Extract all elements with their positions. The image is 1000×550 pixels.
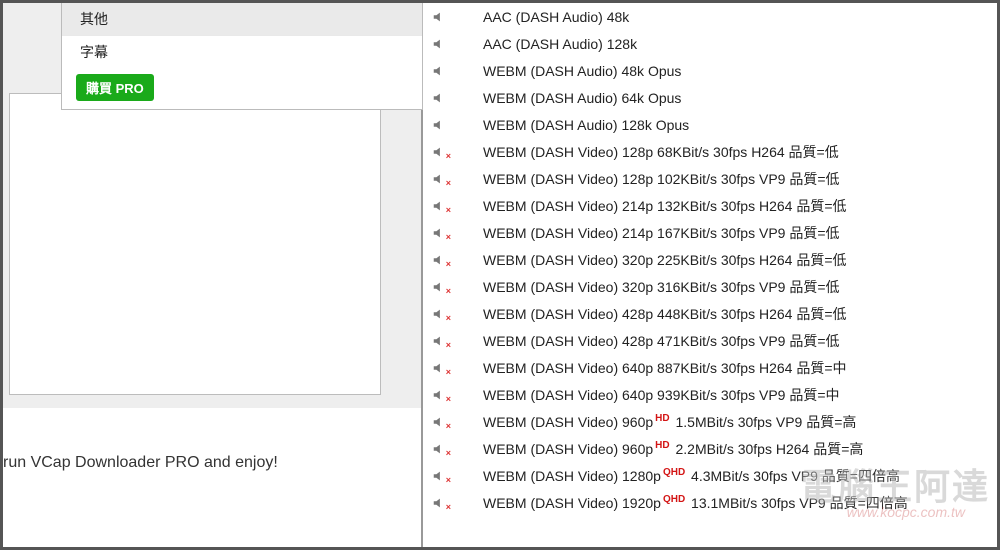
speaker-icon [429, 37, 449, 51]
format-label: WEBM (DASH Video) 960pHD 1.5MBit/s 30fps… [483, 412, 856, 432]
format-row[interactable]: × WEBM (DASH Video) 428p 471KBit/s 30fps … [423, 327, 997, 354]
run-text: run VCap Downloader PRO and enjoy! [3, 454, 278, 472]
speaker-muted-icon: × [429, 496, 449, 510]
speaker-muted-icon: × [429, 226, 449, 240]
format-label: WEBM (DASH Video) 128p 102KBit/s 30fps V… [483, 169, 840, 189]
speaker-muted-icon: × [429, 415, 449, 429]
speaker-muted-icon: × [429, 334, 449, 348]
format-row[interactable]: WEBM (DASH Audio) 64k Opus [423, 84, 997, 111]
format-row[interactable]: × WEBM (DASH Video) 1280pQHD 4.3MBit/s 30… [423, 462, 997, 489]
format-label: WEBM (DASH Video) 1920pQHD 13.1MBit/s 30… [483, 493, 908, 513]
speaker-muted-icon: × [429, 199, 449, 213]
format-row[interactable]: × WEBM (DASH Video) 214p 167KBit/s 30fps … [423, 219, 997, 246]
quality-badge: HD [655, 413, 669, 424]
format-label: WEBM (DASH Video) 428p 471KBit/s 30fps V… [483, 331, 840, 351]
format-label: WEBM (DASH Video) 214p 167KBit/s 30fps V… [483, 223, 840, 243]
speaker-muted-icon: × [429, 145, 449, 159]
format-row[interactable]: × WEBM (DASH Video) 960pHD 1.5MBit/s 30fp… [423, 408, 997, 435]
speaker-muted-icon: × [429, 442, 449, 456]
format-row[interactable]: × WEBM (DASH Video) 640p 939KBit/s 30fps … [423, 381, 997, 408]
format-label: AAC (DASH Audio) 48k [483, 9, 629, 25]
format-row[interactable]: × WEBM (DASH Video) 128p 102KBit/s 30fps … [423, 165, 997, 192]
format-row[interactable]: × WEBM (DASH Video) 128p 68KBit/s 30fps H… [423, 138, 997, 165]
format-label: WEBM (DASH Video) 320p 225KBit/s 30fps H… [483, 250, 847, 270]
menu-item-subtitle[interactable]: 字幕 [62, 35, 422, 68]
format-label: WEBM (DASH Video) 320p 316KBit/s 30fps V… [483, 277, 840, 297]
speaker-icon [429, 118, 449, 132]
speaker-muted-icon: × [429, 253, 449, 267]
speaker-icon [429, 10, 449, 24]
quality-badge: HD [655, 440, 669, 451]
format-label: WEBM (DASH Video) 960pHD 2.2MBit/s 30fps… [483, 439, 863, 459]
format-label: WEBM (DASH Video) 640p 887KBit/s 30fps H… [483, 358, 847, 378]
buy-pro-button[interactable]: 購買 PRO [76, 74, 154, 101]
format-label: WEBM (DASH Audio) 48k Opus [483, 63, 681, 79]
format-list: AAC (DASH Audio) 48k AAC (DASH Audio) 128… [423, 3, 997, 547]
speaker-muted-icon: × [429, 280, 449, 294]
format-row[interactable]: × WEBM (DASH Video) 428p 448KBit/s 30fps … [423, 300, 997, 327]
format-label: WEBM (DASH Video) 428p 448KBit/s 30fps H… [483, 304, 847, 324]
quality-badge: QHD [663, 467, 685, 478]
format-row[interactable]: × WEBM (DASH Video) 640p 887KBit/s 30fps … [423, 354, 997, 381]
format-label: WEBM (DASH Video) 214p 132KBit/s 30fps H… [483, 196, 847, 216]
format-row[interactable]: × WEBM (DASH Video) 1920pQHD 13.1MBit/s 3… [423, 489, 997, 516]
format-row[interactable]: × WEBM (DASH Video) 960pHD 2.2MBit/s 30fp… [423, 435, 997, 462]
speaker-muted-icon: × [429, 172, 449, 186]
format-row[interactable]: × WEBM (DASH Video) 320p 316KBit/s 30fps … [423, 273, 997, 300]
format-row[interactable]: AAC (DASH Audio) 128k [423, 30, 997, 57]
format-row[interactable]: × WEBM (DASH Video) 214p 132KBit/s 30fps … [423, 192, 997, 219]
format-label: WEBM (DASH Video) 1280pQHD 4.3MBit/s 30f… [483, 466, 900, 486]
left-inner-box [9, 93, 381, 395]
dropdown-menu: 其他 字幕 購買 PRO [61, 3, 423, 110]
format-label: WEBM (DASH Video) 640p 939KBit/s 30fps V… [483, 385, 840, 405]
format-label: WEBM (DASH Audio) 128k Opus [483, 117, 689, 133]
speaker-muted-icon: × [429, 469, 449, 483]
format-row[interactable]: AAC (DASH Audio) 48k [423, 3, 997, 30]
format-row[interactable]: WEBM (DASH Audio) 128k Opus [423, 111, 997, 138]
quality-badge: QHD [663, 494, 685, 505]
speaker-icon [429, 91, 449, 105]
format-label: WEBM (DASH Video) 128p 68KBit/s 30fps H2… [483, 142, 839, 162]
speaker-muted-icon: × [429, 361, 449, 375]
format-row[interactable]: WEBM (DASH Audio) 48k Opus [423, 57, 997, 84]
format-label: WEBM (DASH Audio) 64k Opus [483, 90, 681, 106]
menu-item-other[interactable]: 其他 [62, 3, 422, 35]
speaker-muted-icon: × [429, 307, 449, 321]
app-frame: 其他 字幕 購買 PRO run VCap Downloader PRO and… [0, 0, 1000, 550]
format-row[interactable]: × WEBM (DASH Video) 320p 225KBit/s 30fps … [423, 246, 997, 273]
format-label: AAC (DASH Audio) 128k [483, 36, 637, 52]
left-panel: 其他 字幕 購買 PRO run VCap Downloader PRO and… [3, 3, 423, 547]
speaker-muted-icon: × [429, 388, 449, 402]
speaker-icon [429, 64, 449, 78]
